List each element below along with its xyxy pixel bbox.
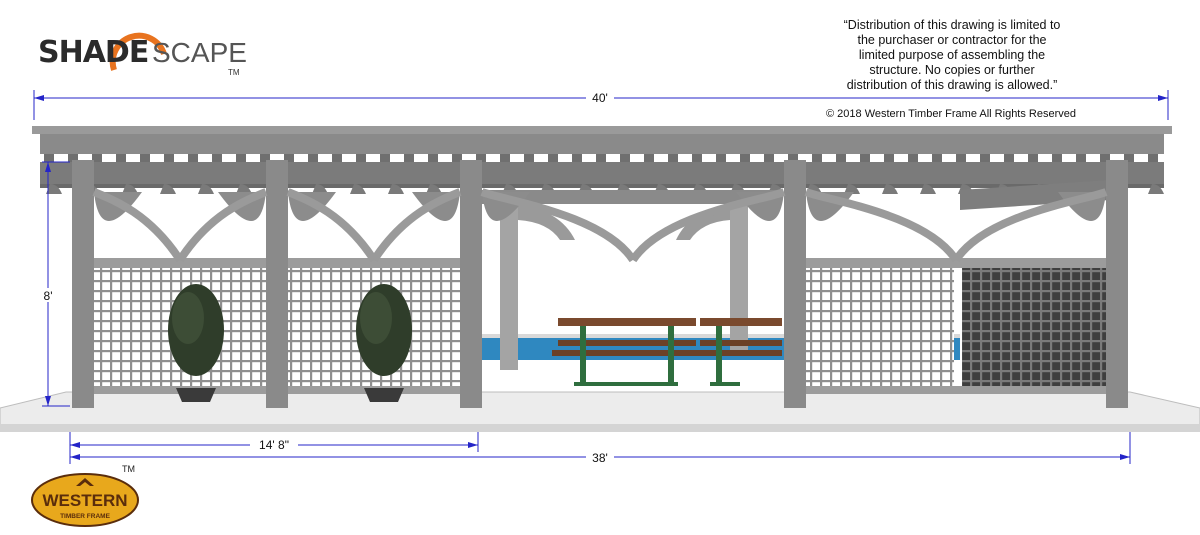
post-2 <box>266 160 288 408</box>
roof <box>32 126 1172 194</box>
maker-trademark: TM <box>122 464 135 474</box>
notice-line: the purchaser or contractor for the <box>857 33 1047 47</box>
arched-brace <box>804 188 960 263</box>
concrete-slab <box>0 391 1200 432</box>
maker-logo-word: WESTERN <box>43 491 128 510</box>
notice-line: “Distribution of this drawing is limited… <box>843 18 1061 32</box>
post-3 <box>460 160 482 408</box>
pavilion-drawing: 40' 8' 14' 8" 38' SHADE SCAPE TM “Distri… <box>0 0 1200 530</box>
dimension-height <box>42 161 70 407</box>
dimension-overall-label: 40' <box>592 91 608 105</box>
shadescape-logo: SHADE SCAPE TM <box>38 24 248 84</box>
dimension-bay-label: 14' 8" <box>259 438 289 452</box>
distribution-notice: “Distribution of this drawing is limited… <box>822 18 1082 93</box>
logo-trademark: TM <box>228 68 240 77</box>
lattice-panel-4 <box>962 268 1106 388</box>
copyright-text: © 2018 Western Timber Frame All Rights R… <box>826 108 1076 120</box>
dimension-height-label: 8' <box>44 289 53 303</box>
logo-text-scape: SCAPE <box>152 37 247 68</box>
post-4 <box>784 160 806 408</box>
dimension-post-span-label: 38' <box>592 451 608 465</box>
logo-text-shade: SHADE <box>38 35 149 70</box>
lattice-panel-3 <box>804 268 954 388</box>
post-5 <box>1106 160 1128 408</box>
notice-line: limited purpose of assembling the <box>858 48 1046 62</box>
notice-line: distribution of this drawing is allowed.… <box>846 78 1058 92</box>
picnic-table-1 <box>552 318 702 386</box>
maker-logo-sub: TIMBER FRAME <box>60 513 110 520</box>
western-timber-frame-logo: WESTERN TIMBER FRAME <box>31 473 139 527</box>
notice-line: structure. No copies or further <box>869 63 1035 77</box>
post-1 <box>72 160 94 408</box>
